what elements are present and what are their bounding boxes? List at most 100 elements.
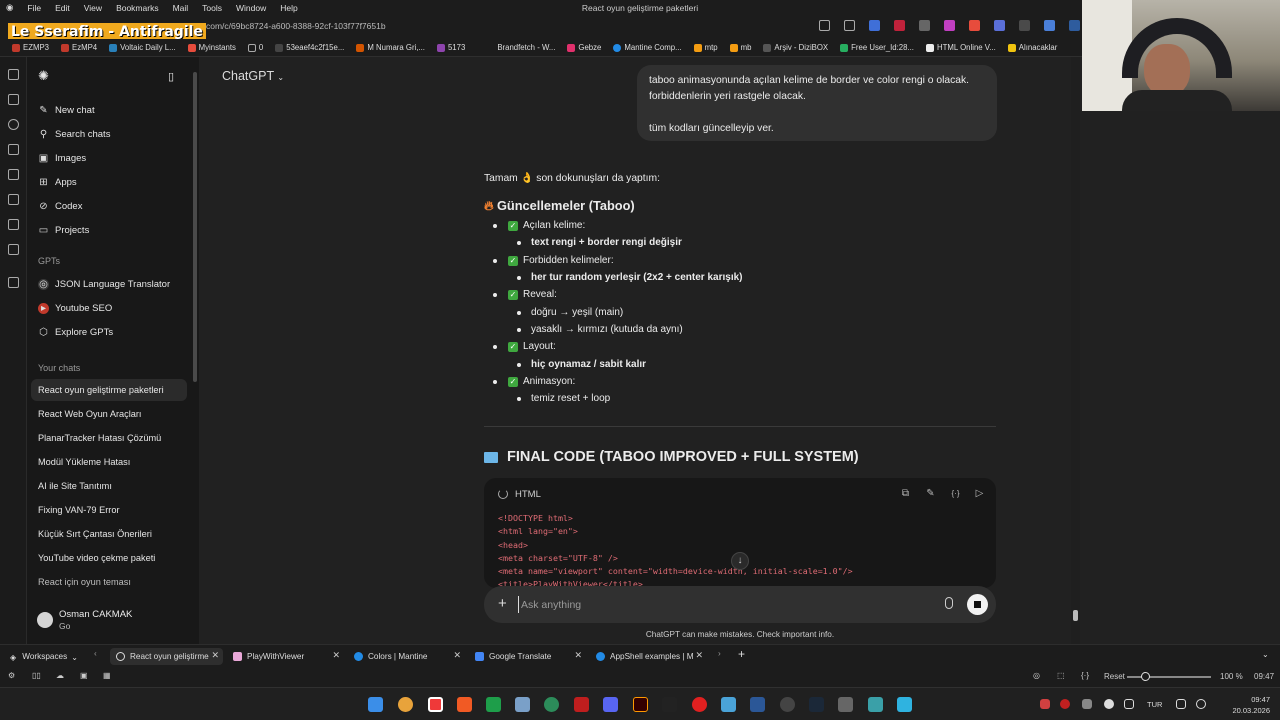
tile-icon[interactable]: ⬚: [1057, 671, 1065, 680]
calendar-icon[interactable]: ▦: [103, 671, 111, 680]
menu-tools[interactable]: Tools: [202, 3, 222, 13]
mail-panel-icon[interactable]: [8, 244, 19, 255]
url-field[interactable]: hatgpt.com/c/69bc8724-a600-8388-92cf-103…: [180, 21, 386, 31]
bookmark-item[interactable]: Mantine Comp...: [613, 43, 682, 52]
forward-icon[interactable]: ›: [718, 649, 721, 658]
new-tab-icon[interactable]: +: [738, 647, 745, 661]
menu-view[interactable]: View: [84, 3, 102, 13]
bookmark-item[interactable]: Myinstants: [187, 43, 236, 52]
tray-icon[interactable]: [1040, 699, 1050, 709]
bookmark-item[interactable]: Free User_Id:28...: [840, 43, 914, 52]
extension-icon[interactable]: [944, 20, 955, 31]
chat-item[interactable]: Küçük Sırt Çantası Önerileri: [31, 523, 187, 545]
back-icon[interactable]: ‹: [94, 649, 97, 658]
tray-icon[interactable]: [1082, 699, 1092, 709]
close-icon[interactable]: ✕: [574, 650, 582, 661]
menu-bookmarks[interactable]: Bookmarks: [116, 3, 159, 13]
tab-menu-icon[interactable]: ⌄: [1262, 649, 1269, 659]
app-icon[interactable]: [868, 697, 883, 712]
images-button[interactable]: ▣ Images: [38, 147, 86, 169]
gpt-youtube-seo[interactable]: ▸ Youtube SEO: [38, 297, 112, 319]
bookmark-item[interactable]: Gebze: [567, 43, 601, 52]
chat-item[interactable]: React için oyun teması: [31, 571, 187, 593]
tray-icon[interactable]: [1176, 699, 1186, 709]
reset-zoom-button[interactable]: Reset: [1104, 672, 1125, 681]
app-icon[interactable]: [897, 697, 912, 712]
new-chat-button[interactable]: ✎ New chat: [38, 99, 94, 121]
bookmark-item[interactable]: M Numara Gri,...: [356, 43, 425, 52]
chat-item[interactable]: PlanarTracker Hatası Çözümü: [31, 427, 187, 449]
steam-icon[interactable]: [809, 697, 824, 712]
app-icon[interactable]: [603, 697, 618, 712]
tray-chevron-icon[interactable]: [1018, 697, 1026, 712]
shield-icon[interactable]: [919, 20, 930, 31]
close-icon[interactable]: ✕: [211, 650, 219, 661]
chat-item[interactable]: AI ile Site Tanıtımı: [31, 475, 187, 497]
code-view-icon[interactable]: {·}: [950, 488, 961, 499]
bookmark-item[interactable]: 5173: [436, 43, 465, 52]
downloads-panel-icon[interactable]: [8, 94, 19, 105]
projects-button[interactable]: ▭ Projects: [38, 219, 90, 241]
copy-icon[interactable]: ⧉: [900, 488, 911, 499]
close-icon[interactable]: ✕: [332, 650, 340, 661]
workspaces-button[interactable]: ◈ Workspaces ⌄: [4, 648, 84, 665]
zoom-slider[interactable]: [1127, 672, 1211, 681]
model-selector[interactable]: ChatGPT ⌄: [222, 69, 284, 83]
chat-item[interactable]: React oyun geliştirme paketleri: [31, 379, 187, 401]
vivaldi-logo-icon[interactable]: ◉: [6, 2, 13, 13]
scroll-down-icon[interactable]: ↓: [731, 552, 749, 570]
app-icon[interactable]: [515, 697, 530, 712]
codex-button[interactable]: ⊘ Codex: [38, 195, 82, 217]
scrollbar-thumb[interactable]: [1073, 610, 1078, 621]
vivaldi-icon[interactable]: [428, 697, 443, 712]
bookmark-item[interactable]: 53eaef4c2f15e...: [275, 43, 344, 52]
extension-icon[interactable]: [969, 20, 980, 31]
close-sidebar-icon[interactable]: ▯: [168, 65, 174, 87]
menu-edit[interactable]: Edit: [55, 3, 70, 13]
panel-toggle-icon[interactable]: ⚙: [8, 671, 15, 680]
menu-mail[interactable]: Mail: [173, 3, 189, 13]
sync-icon[interactable]: ☁: [56, 671, 64, 680]
capture-icon[interactable]: ▣: [80, 671, 88, 680]
notes-panel-icon[interactable]: [8, 144, 19, 155]
app-icon[interactable]: [780, 697, 795, 712]
menu-file[interactable]: File: [27, 3, 41, 13]
tab-playwithviewer[interactable]: PlayWithViewer ✕: [227, 648, 344, 665]
tiling-icon[interactable]: ▯▯: [32, 671, 41, 680]
sidebar-scrollbar[interactable]: [193, 72, 197, 382]
app-icon[interactable]: [721, 697, 736, 712]
bookmark-folder[interactable]: 0: [247, 43, 263, 52]
chrome-icon[interactable]: [398, 697, 413, 712]
app-icon[interactable]: [662, 697, 677, 712]
extension-icon[interactable]: [894, 20, 905, 31]
window-panel-icon[interactable]: [8, 169, 19, 180]
hs-icon[interactable]: [544, 697, 559, 712]
microphone-icon[interactable]: [945, 597, 953, 609]
bookmark-item[interactable]: Brandfetch - W...: [497, 43, 555, 52]
wifi-icon[interactable]: [1104, 699, 1114, 709]
bookmark-item[interactable]: EZMP3: [12, 43, 49, 52]
extension-icon[interactable]: [1019, 20, 1030, 31]
explore-gpts-button[interactable]: ⬡ Explore GPTs: [38, 321, 113, 343]
brave-icon[interactable]: [457, 697, 472, 712]
filezilla-icon[interactable]: [574, 697, 589, 712]
bookmark-item[interactable]: Voltaic Daily L...: [109, 43, 176, 52]
code-icon[interactable]: {·}: [1081, 671, 1089, 680]
language-indicator[interactable]: TUR: [1147, 700, 1162, 709]
stop-generating-button[interactable]: [967, 594, 988, 615]
extension-icon[interactable]: [1069, 20, 1080, 31]
bookmark-item[interactable]: mb: [729, 43, 751, 52]
tab-appshell[interactable]: AppShell examples | M ✕: [590, 648, 707, 665]
screenshot-icon[interactable]: ◎: [1033, 671, 1040, 680]
chat-item[interactable]: Fixing VAN-79 Error: [31, 499, 187, 521]
search-chats-button[interactable]: ⚲ Search chats: [38, 123, 111, 145]
app-icon[interactable]: [838, 697, 853, 712]
plus-icon[interactable]: +: [498, 595, 507, 612]
menu-help[interactable]: Help: [280, 3, 297, 13]
apps-button[interactable]: ⊞ Apps: [38, 171, 76, 193]
edit-icon[interactable]: ✎: [925, 488, 936, 499]
chat-item[interactable]: YouTube video çekme paketi: [31, 547, 187, 569]
run-icon[interactable]: ▷: [974, 488, 985, 499]
close-icon[interactable]: ✕: [695, 650, 703, 661]
close-icon[interactable]: ✕: [453, 650, 461, 661]
